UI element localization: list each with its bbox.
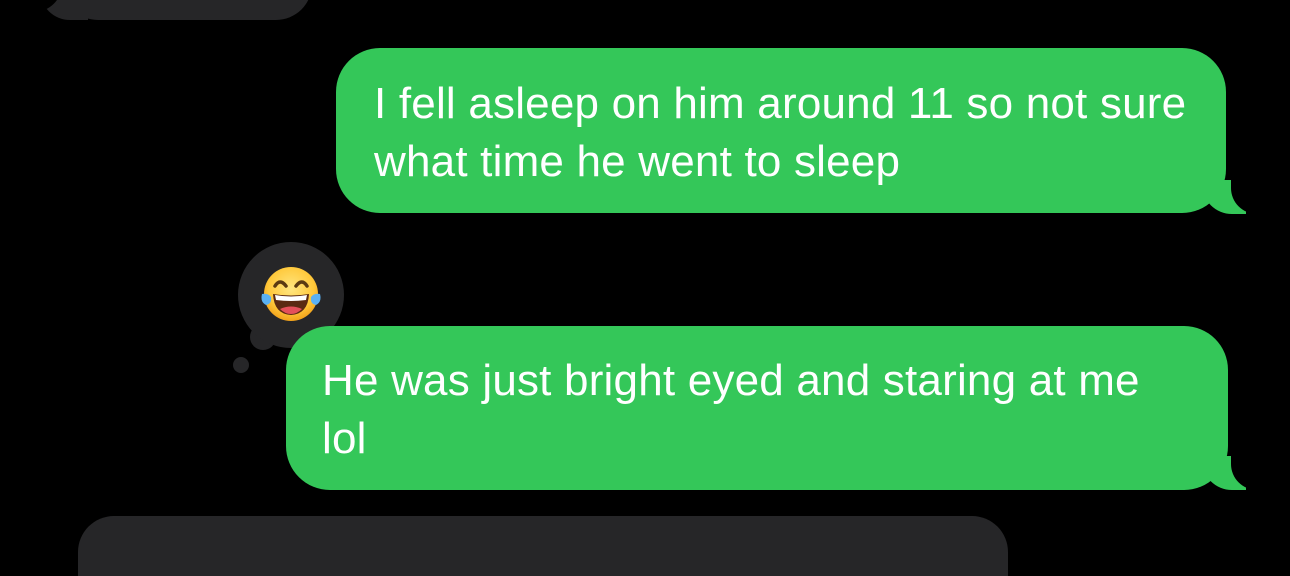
tapback-dot-small [233, 357, 249, 373]
incoming-message-bubble-partial[interactable] [62, 0, 312, 20]
outgoing-message-bubble[interactable]: He was just bright eyed and staring at m… [286, 326, 1228, 490]
face-with-tears-of-joy-icon [261, 267, 321, 321]
incoming-message-bubble-partial[interactable] [78, 516, 1008, 576]
message-text: He was just bright eyed and staring at m… [322, 356, 1140, 463]
message-text: I fell asleep on him around 11 so not su… [374, 79, 1187, 186]
message-thread: I fell asleep on him around 11 so not su… [0, 0, 1290, 576]
outgoing-message-bubble[interactable]: I fell asleep on him around 11 so not su… [336, 48, 1226, 213]
